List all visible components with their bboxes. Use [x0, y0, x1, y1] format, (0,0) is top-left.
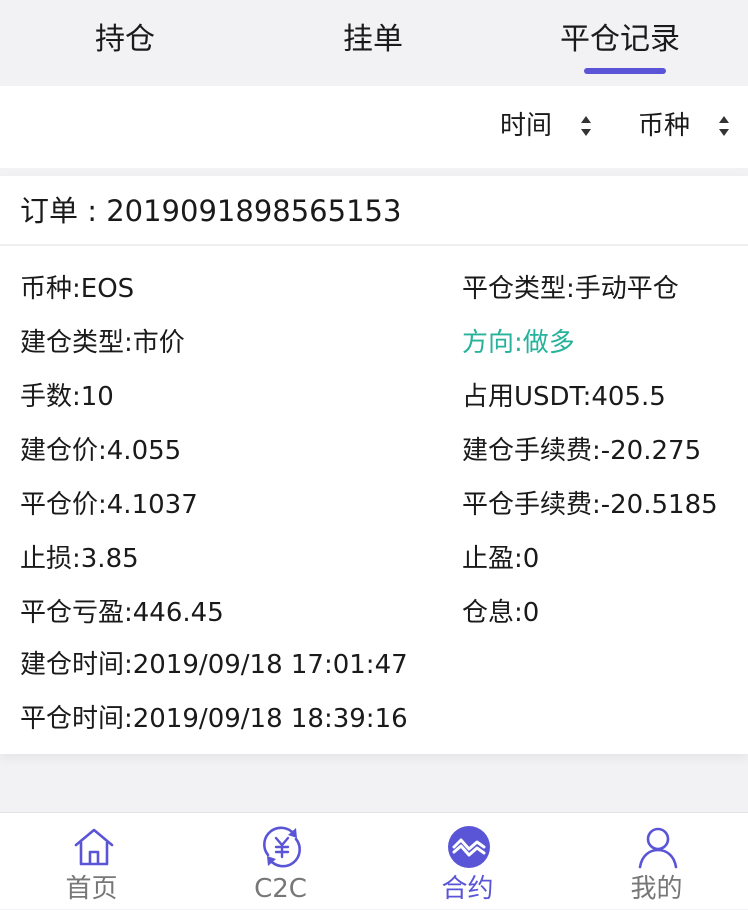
tab-pending-orders[interactable]: 挂单	[308, 18, 438, 68]
order-number: 订单 : 2019091898565153	[20, 194, 402, 228]
nav-c2c[interactable]: C2C	[187, 813, 374, 910]
sort-by-time-button[interactable]: 时间	[500, 108, 591, 144]
home-icon	[72, 825, 116, 869]
c2c-exchange-icon	[260, 825, 304, 869]
nav-contract-label: 合约	[441, 874, 494, 904]
field-open-type: 建仓类型:市价	[20, 328, 185, 358]
field-take-profit: 止盈:0	[462, 544, 540, 574]
tab-positions[interactable]: 持仓	[60, 18, 190, 68]
nav-home-label: 首页	[65, 874, 118, 904]
contract-icon	[447, 825, 491, 869]
field-close-price: 平仓价:4.1037	[20, 490, 198, 520]
sort-arrows-icon	[580, 112, 592, 140]
field-coin: 币种:EOS	[20, 274, 135, 304]
order-card-header: 订单 : 2019091898565153	[0, 176, 748, 246]
nav-mine-label: 我的	[630, 874, 683, 904]
bottom-nav: 首页 C2C 合约 我的	[0, 812, 748, 909]
field-interest: 仓息:0	[462, 598, 540, 628]
order-card: 订单 : 2019091898565153 币种:EOS 建仓类型:市价 手数:…	[0, 176, 748, 754]
sort-by-coin-button[interactable]: 币种	[638, 108, 729, 144]
sort-arrows-icon	[718, 112, 730, 140]
nav-home[interactable]: 首页	[0, 813, 187, 910]
sort-time-label: 时间	[500, 111, 553, 141]
field-margin-usdt: 占用USDT:405.5	[462, 382, 666, 412]
field-close-time: 平仓时间:2019/09/18 18:39:16	[20, 704, 408, 734]
active-tab-indicator	[584, 68, 666, 74]
top-tab-bar: 持仓 挂单 平仓记录	[0, 0, 748, 86]
field-open-time: 建仓时间:2019/09/18 17:01:47	[20, 650, 408, 680]
field-close-pnl: 平仓亏盈:446.45	[20, 598, 224, 628]
nav-c2c-label: C2C	[254, 874, 307, 904]
user-icon	[636, 825, 680, 869]
nav-mine[interactable]: 我的	[561, 813, 748, 910]
field-stop-loss: 止损:3.85	[20, 544, 139, 574]
sort-bar: 时间 币种	[0, 86, 748, 168]
field-close-type: 平仓类型:手动平仓	[462, 274, 679, 304]
sort-coin-label: 币种	[638, 111, 691, 141]
nav-contract[interactable]: 合约	[374, 813, 561, 910]
field-close-fee: 平仓手续费:-20.5185	[462, 490, 718, 520]
field-direction: 方向:做多	[462, 328, 575, 358]
tab-close-records[interactable]: 平仓记录	[540, 18, 700, 68]
field-open-price: 建仓价:4.055	[20, 436, 182, 466]
field-lots: 手数:10	[20, 382, 114, 412]
field-open-fee: 建仓手续费:-20.275	[462, 436, 702, 466]
